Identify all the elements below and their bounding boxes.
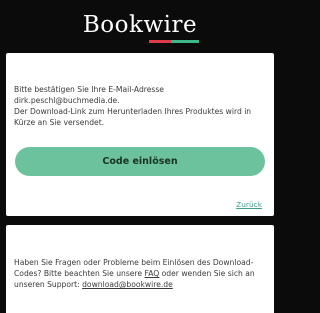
support-line: Haben Sie Fragen oder Probleme beim Einl…: [14, 258, 254, 267]
support-email-link[interactable]: download@bookwire.de: [82, 280, 173, 289]
logo-underline: [149, 40, 199, 43]
message-line: Kürze an Sie versendet.: [14, 118, 105, 127]
support-text-segment: Codes? Bitte beachten Sie unsere: [14, 269, 145, 278]
support-card: Haben Sie Fragen oder Probleme beim Einl…: [6, 225, 274, 313]
confirmation-card: Bitte bestätigen Sie Ihre E-Mail-Adresse…: [6, 53, 274, 216]
message-line: Bitte bestätigen Sie Ihre E-Mail-Adresse: [14, 85, 164, 94]
support-text-segment: oder wenden Sie sich an: [159, 269, 255, 278]
redeem-code-button[interactable]: Code einlösen: [15, 147, 265, 176]
bookwire-logo: Bookwire: [82, 12, 198, 38]
support-text-segment: unseren Support:: [14, 280, 83, 289]
faq-link[interactable]: FAQ: [145, 269, 160, 278]
support-message: Haben Sie Fragen oder Probleme beim Einl…: [14, 257, 268, 290]
confirmation-message: Bitte bestätigen Sie Ihre E-Mail-Adresse…: [14, 84, 266, 128]
support-line: unseren Support: download@bookwire.de: [14, 279, 268, 290]
back-link[interactable]: Zurück: [236, 200, 262, 209]
page: Bookwire Bitte bestätigen Sie Ihre E-Mai…: [0, 0, 280, 313]
message-line: Der Download-Link zum Herunterladen Ihre…: [14, 107, 252, 116]
support-line: Codes? Bitte beachten Sie unsere FAQ ode…: [14, 268, 268, 279]
header: Bookwire: [0, 0, 280, 50]
email-address: dirk.peschl@buchmedia.de.: [14, 96, 120, 105]
